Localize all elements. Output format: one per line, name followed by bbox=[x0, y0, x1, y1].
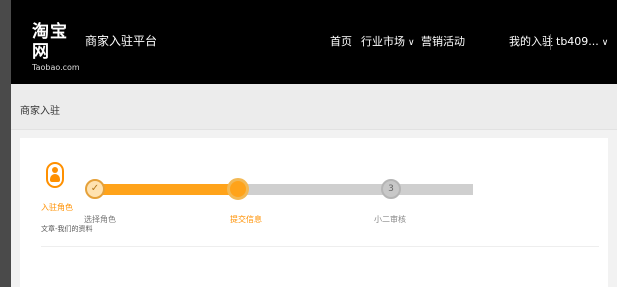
step-3-label: 小二审核 bbox=[374, 215, 406, 224]
top-navigation-bar: 淘宝网 Taobao.com 商家入驻平台 首页 行业市场 ∨ 营销活动 我的入驻… bbox=[11, 0, 617, 84]
breadcrumb-bar: 商家入驻 bbox=[11, 84, 617, 130]
chevron-down-icon: ∨ bbox=[601, 38, 609, 48]
nav-market-label: 行业市场 bbox=[361, 35, 405, 48]
card-divider bbox=[41, 246, 599, 247]
logo-sub-text: Taobao.com bbox=[32, 63, 80, 72]
nav-market-dropdown[interactable]: 行业市场 ∨ bbox=[361, 34, 415, 51]
page-title: 商家入驻 bbox=[20, 106, 60, 117]
step-3-node: 3 bbox=[381, 179, 401, 199]
step-1-label: 选择角色 bbox=[84, 215, 116, 224]
user-name: tb409... bbox=[556, 35, 599, 48]
chevron-down-icon: ∨ bbox=[408, 38, 415, 48]
user-icon bbox=[46, 162, 64, 188]
user-account-menu[interactable]: tb409... ∨ bbox=[556, 34, 608, 51]
nav-event-link[interactable]: 营销活动 bbox=[421, 34, 465, 50]
nav-my-application-link[interactable]: 我的入驻 bbox=[509, 34, 553, 50]
progress-card: 入驻角色 文章-我们的资料 ✓ 3 选择角色 提交信息 小二审核 bbox=[20, 138, 608, 287]
step-2-current-node bbox=[227, 178, 249, 200]
browser-window: 淘宝网 Taobao.com 商家入驻平台 首页 行业市场 ∨ 营销活动 我的入驻… bbox=[11, 0, 617, 287]
progress-track-remaining bbox=[237, 184, 473, 195]
step-2-label: 提交信息 bbox=[230, 215, 262, 224]
nav-home-link[interactable]: 首页 bbox=[330, 34, 352, 50]
side-step-label: 入驻角色 bbox=[41, 203, 73, 212]
side-step-description: 文章-我们的资料 bbox=[41, 225, 93, 233]
progress-track-completed bbox=[92, 184, 237, 195]
user-icon-head bbox=[52, 167, 58, 173]
platform-title: 商家入驻平台 bbox=[85, 34, 158, 48]
step-1-check-icon: ✓ bbox=[85, 179, 105, 199]
logo-main-text: 淘宝网 bbox=[32, 22, 68, 62]
nav-separator bbox=[550, 34, 551, 50]
user-icon-body bbox=[50, 174, 60, 182]
taobao-logo[interactable]: 淘宝网 Taobao.com bbox=[32, 22, 82, 74]
